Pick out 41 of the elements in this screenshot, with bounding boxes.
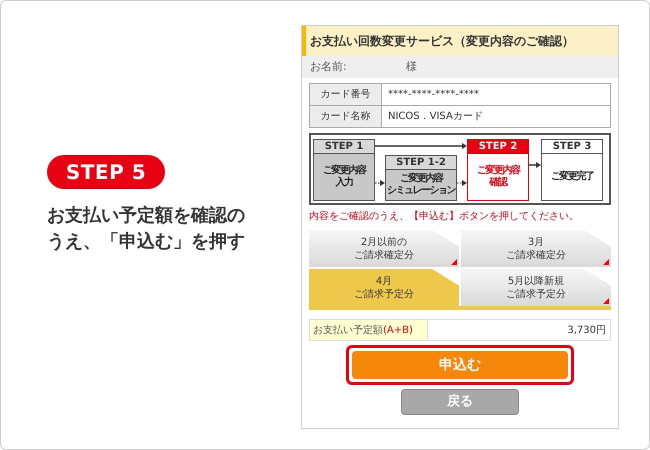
step-label: STEP 3 (542, 140, 602, 154)
tab-label: ご請求確定分 (506, 248, 566, 262)
instruction-text: うえ、「申込む」を押す (47, 230, 245, 254)
tab[interactable]: 3月 ご請求確定分 (461, 230, 611, 267)
notice-text: 内容をご確認のうえ、【申込む】ボタンを押してください。 (309, 210, 580, 224)
tab-label: ご請求予定分 (506, 288, 566, 300)
corner-mark-icon (603, 259, 609, 265)
page-title: お支払い回数変更サービス（変更内容のご確認） (302, 26, 618, 56)
tab-label: 2月以前の (360, 236, 408, 248)
table-cell: カード名称 (310, 106, 382, 128)
total-label: お支払い予定額 (313, 324, 383, 338)
instruction-text: お支払い予定額を確認の (47, 204, 245, 228)
step-text: 入力 (336, 177, 352, 189)
step-text: ご変更内容 (476, 165, 520, 176)
step-text: 確認 (490, 177, 506, 189)
tab-label: ご請求予定分 (354, 288, 414, 300)
step-badge: STEP 5 (47, 155, 165, 189)
step-label: STEP 2 (468, 140, 528, 154)
table-cell: ****-****-****-**** (382, 84, 610, 106)
table-cell: カード番号 (310, 84, 382, 106)
step-label: STEP 1-2 (386, 156, 456, 170)
tab-label: ご請求確定分 (354, 248, 414, 262)
step-text: ご変更内容 (400, 173, 442, 185)
tab[interactable]: 4月 ご請求予定分 (309, 269, 459, 306)
tab[interactable]: 2月以前の ご請求確定分 (309, 230, 459, 267)
arrow (456, 180, 467, 186)
tab-label: 3月 (528, 236, 544, 248)
arrow (529, 162, 541, 168)
step-label: STEP 1 (314, 140, 374, 154)
tab[interactable]: 5月以降新規 ご請求予定分 (461, 269, 611, 306)
name-label: お名前: (310, 58, 348, 75)
table-cell: NICOS．VISAカード (382, 106, 610, 128)
step-text: ご変更内容 (322, 165, 366, 176)
total-label-suffix: (A+B) (383, 324, 413, 338)
tab-label: 4月 (376, 274, 392, 288)
step-text: シミュレーション (387, 185, 455, 197)
arrow (374, 180, 385, 186)
step-text: ご変更完了 (550, 171, 594, 183)
total-amount: 3,730円 (566, 324, 607, 338)
tab-label: 5月以降新規 (508, 274, 564, 288)
name-suffix: 様 (406, 58, 417, 75)
